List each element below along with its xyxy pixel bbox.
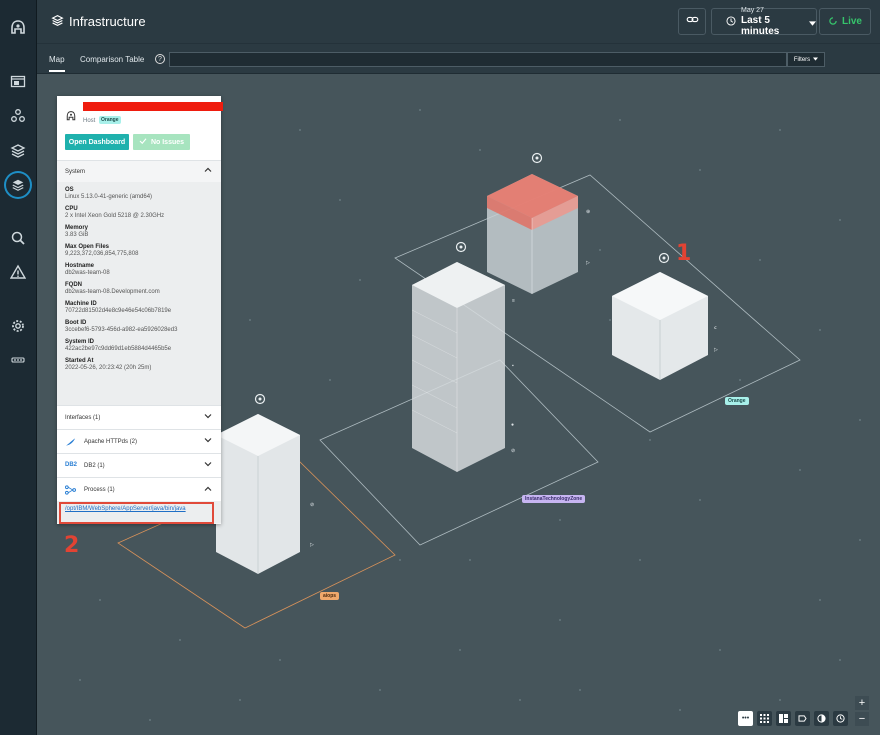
entity-type-label: Host: [83, 118, 96, 124]
sidebar: [0, 0, 37, 735]
system-section-label: System: [65, 168, 86, 175]
system-properties: OS Linux 5.13.0-41-generic (amd64) CPU 2 x…: [57, 182, 221, 405]
search-input[interactable]: [169, 52, 787, 67]
db2-section[interactable]: DB2 DB2 (1): [57, 453, 221, 477]
toolbar: Map Comparison Table ? Filters: [37, 44, 880, 74]
property-fqdn: FQDN db2was-team-08.Development.com: [65, 282, 160, 295]
redacted-hostname-bar: [83, 102, 223, 111]
annotation-number-1: 1: [676, 241, 692, 266]
svg-text:≡: ≡: [512, 298, 515, 304]
zoom-out-button[interactable]: −: [855, 712, 869, 726]
chevron-down-icon: [204, 414, 212, 421]
layout-icon[interactable]: [776, 711, 791, 726]
svg-text:▷: ▷: [586, 260, 590, 266]
websites-icon[interactable]: [6, 70, 30, 94]
clock-icon: [726, 13, 736, 31]
property-memory: Memory 3.83 GiB: [65, 225, 89, 238]
property-max-open-files: Max Open Files 9,223,372,036,854,775,808: [65, 244, 139, 257]
zone-tag-orange[interactable]: Orange: [725, 397, 749, 405]
filters-button[interactable]: Filters: [787, 52, 825, 67]
more-icon[interactable]: [6, 348, 30, 372]
property-os: OS Linux 5.13.0-41-generic (amd64): [65, 187, 153, 200]
property-machine-id: Machine ID 70722d81502d4e8c9e46e54c06b781…: [65, 301, 172, 314]
chevron-up-icon: [204, 486, 212, 493]
zoom-in-button[interactable]: +: [855, 696, 869, 710]
property-system-id: System ID 422ac2be97c9dd69d1eb5884d4465b5…: [65, 339, 172, 352]
no-issues-label: No Issues: [150, 138, 185, 146]
tab-map[interactable]: Map: [49, 55, 65, 72]
caret-down-icon: [813, 56, 819, 63]
infrastructure-icon[interactable]: [6, 173, 30, 197]
property-hostname: Hostname db2was-team-08: [65, 263, 110, 276]
annotation-box: [59, 502, 214, 524]
process-label: Process (1): [84, 486, 115, 493]
host-column-tall: [411, 262, 505, 472]
svg-text:⊕: ⊕: [586, 209, 590, 215]
zone-tag[interactable]: Orange: [99, 116, 121, 124]
open-dashboard-button[interactable]: Open Dashboard: [65, 134, 129, 150]
filters-label: Filters: [793, 56, 811, 63]
interfaces-section[interactable]: Interfaces (1): [57, 405, 221, 429]
checkmark-icon: [139, 138, 147, 146]
system-section-header[interactable]: System: [57, 160, 221, 182]
refresh-icon: [828, 13, 838, 31]
svg-text:●: ●: [511, 422, 514, 428]
time-date: May 27: [741, 6, 764, 14]
caret-down-icon: [809, 13, 816, 31]
time-range-label: Last 5 minutes: [741, 14, 780, 37]
svg-text:⊘: ⊘: [511, 448, 515, 454]
events-icon[interactable]: [6, 260, 30, 284]
grid-view-icon[interactable]: [757, 711, 772, 726]
infrastructure-icon: [51, 14, 64, 32]
map-view-toolbar: •••: [738, 711, 848, 726]
host-icon: [66, 108, 76, 126]
apache-httpds-section[interactable]: Apache HTTPds (2): [57, 429, 221, 453]
process-icon: [65, 485, 76, 497]
host-column-left: [216, 414, 300, 574]
property-started-at: Started At 2022-05-26, 20:23:42 (20h 25m): [65, 358, 152, 371]
color-by-icon[interactable]: [814, 711, 829, 726]
host-cube-orange: [612, 272, 708, 380]
svg-text:▷: ▷: [310, 542, 314, 548]
svg-text:▪: ▪: [512, 363, 514, 369]
svg-text:⊘: ⊘: [310, 502, 314, 508]
time-icon[interactable]: [833, 711, 848, 726]
live-label: Live: [841, 16, 862, 27]
apache-httpds-label: Apache HTTPds (2): [84, 438, 138, 445]
analytics-icon[interactable]: [6, 226, 30, 250]
tab-comparison-table[interactable]: Comparison Table: [80, 55, 144, 64]
link-icon: [686, 13, 699, 31]
tag-icon[interactable]: [795, 711, 810, 726]
share-link-button[interactable]: [678, 8, 706, 35]
interfaces-label: Interfaces (1): [65, 414, 101, 421]
panel-header: Host Orange Open Dashboard No Issues: [57, 96, 223, 160]
help-icon[interactable]: ?: [155, 54, 165, 64]
more-options-icon[interactable]: •••: [738, 711, 753, 726]
platforms-icon[interactable]: [6, 139, 30, 163]
svg-text:▷: ▷: [714, 347, 718, 353]
db2-icon: DB2: [65, 462, 78, 468]
chevron-up-icon: [204, 167, 212, 174]
live-toggle[interactable]: Live: [819, 8, 871, 35]
applications-icon[interactable]: [6, 104, 30, 128]
time-range-picker[interactable]: May 27 Last 5 minutes: [711, 6, 817, 37]
property-cpu: CPU 2 x Intel Xeon Gold 5218 @ 2.30GHz: [65, 206, 165, 219]
annotation-number-2: 2: [64, 533, 80, 558]
process-section[interactable]: Process (1): [57, 477, 221, 501]
db2-label: DB2 (1): [84, 462, 105, 469]
page-title: Infrastructure: [69, 14, 146, 29]
apache-feather-icon: [65, 437, 76, 449]
zone-tag-instana-technology-zone[interactable]: InstanaTechnologyZone: [522, 495, 586, 503]
host-cube-alert: [487, 174, 578, 294]
no-issues-button[interactable]: No Issues: [133, 134, 190, 150]
host-details-panel: Host Orange Open Dashboard No Issues Sys…: [57, 96, 223, 524]
settings-icon[interactable]: [6, 314, 30, 338]
logo-icon[interactable]: [6, 16, 30, 40]
top-header: Infrastructure May 27 Last 5 minutes Liv…: [37, 0, 880, 44]
chevron-down-icon: [204, 438, 212, 445]
chevron-down-icon: [204, 462, 212, 469]
property-boot-id: Boot ID 3ccebef6-5793-456d-a982-ea5926028…: [65, 320, 178, 333]
zone-tag-aiops[interactable]: aiops: [320, 592, 340, 600]
svg-text:ⅽ: ⅽ: [714, 325, 717, 331]
